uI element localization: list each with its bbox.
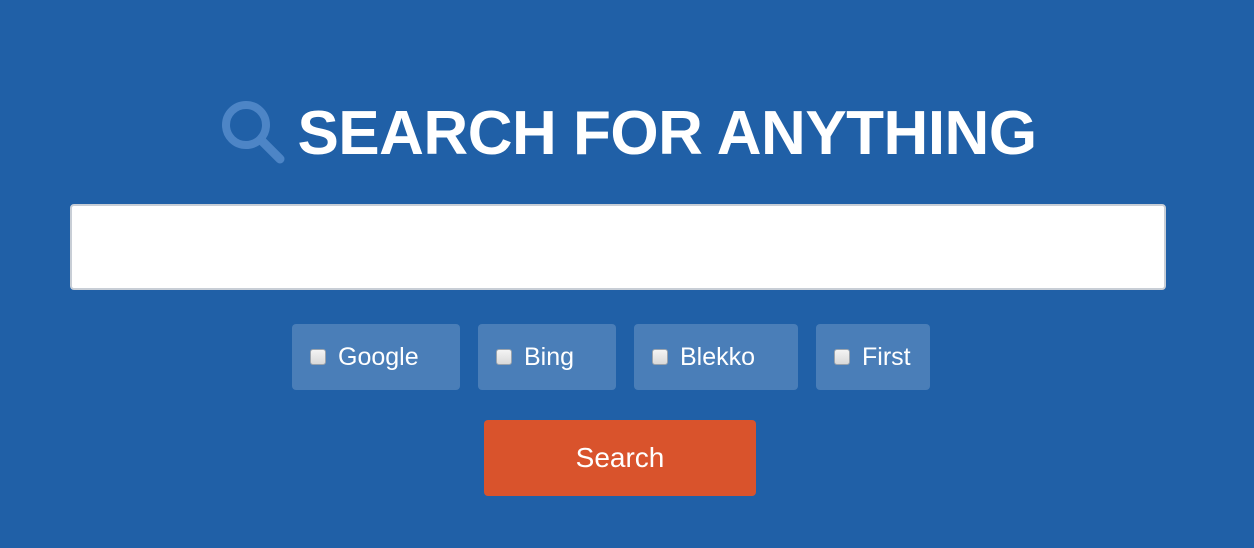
checkbox[interactable]: [310, 349, 326, 365]
engine-option-bing[interactable]: Bing: [478, 324, 616, 390]
engine-label: Bing: [524, 342, 575, 371]
engine-option-first[interactable]: First: [816, 324, 930, 390]
search-icon: [217, 96, 287, 166]
search-input[interactable]: [70, 204, 1166, 290]
engine-option-blekko[interactable]: Blekko: [634, 324, 798, 390]
checkbox[interactable]: [834, 349, 850, 365]
page-heading: SEARCH FOR ANYTHING: [0, 98, 1254, 170]
checkbox[interactable]: [496, 349, 512, 365]
checkbox[interactable]: [652, 349, 668, 365]
engine-label: First: [862, 342, 911, 371]
engine-option-google[interactable]: Google: [292, 324, 460, 390]
engine-label: Blekko: [680, 342, 756, 371]
search-page: SEARCH FOR ANYTHING Google Bing Blekko F…: [0, 0, 1254, 548]
engine-label: Google: [338, 342, 419, 371]
engine-options: Google Bing Blekko First: [0, 324, 1254, 390]
page-title: SEARCH FOR ANYTHING: [297, 99, 1037, 168]
search-button[interactable]: Search: [484, 420, 756, 496]
